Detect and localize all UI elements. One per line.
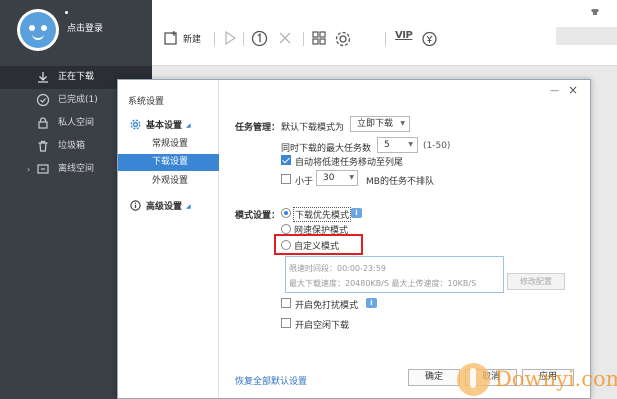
idle-download-label: 开启空闲下载 [295,321,350,331]
coin-icon [421,30,438,47]
status-dot [65,11,68,14]
toolbar-divider [214,32,215,46]
toolbar-search-box[interactable] [556,27,617,45]
idle-download-checkbox[interactable] [281,318,291,328]
sidebar-item-label: 离线空间 [58,164,95,174]
category-basic[interactable]: 基本设置 ◢ [130,118,191,131]
mode-radio-download-first[interactable] [281,208,291,218]
max-tasks-range: (1-50) [423,141,451,151]
expand-triangle-icon: ◢ [186,203,191,210]
play-icon [223,30,237,46]
max-tasks-select[interactable]: 5 ▼ [377,137,418,153]
watermark-logo-icon [457,363,490,396]
login-link[interactable]: 点击登录 [67,21,103,34]
no-disturb-label: 开启免打扰模式 [295,301,359,311]
toolbar-divider [243,32,244,46]
less-than-label: 小于 [295,177,314,187]
category-advanced[interactable]: 高级设置 ◢ [130,199,191,212]
ok-button[interactable]: 确定 [408,369,460,386]
reset-defaults-link[interactable]: 恢复全部默认设置 [235,374,307,387]
settings-button[interactable] [334,30,352,48]
settings-dialog: 系统设置 — × 基本设置 ◢ 常规设置 下载设置 外观设置 高级设置 ◢ 任务管理… [117,79,591,399]
max-tasks-label: 同时下载的最大任务数 [281,144,372,154]
small-task-checkbox[interactable] [281,174,291,184]
chevron-down-icon: ▼ [349,174,354,181]
main-toolbar: 新建 VIP [152,0,617,66]
default-mode-label: 默认下载模式为 [281,123,345,133]
new-task-icon [163,30,179,46]
info-circle-icon [130,200,141,211]
watermark-text: Downyi.com [495,367,617,391]
coin-button[interactable] [421,30,438,48]
grid-view-button[interactable] [311,30,327,48]
subitem-appearance[interactable]: 外观设置 [118,173,219,190]
gear-icon [334,30,352,48]
sidebar-item-label: 正在下载 [58,72,95,82]
mode-section-label: 模式设置： [235,211,281,221]
grid-icon [311,30,327,46]
gear-icon [130,119,141,130]
modify-config-button[interactable]: 修改配置 [507,273,565,290]
sidebar-item-label: 私人空间 [58,118,95,128]
small-task-size-input[interactable]: 30 ▼ [316,170,358,186]
close-icon [277,30,293,46]
close-button[interactable]: × [567,83,579,97]
chevron-right-icon[interactable]: › [27,158,30,181]
subitem-general[interactable]: 常规设置 [118,136,219,153]
chevron-down-icon: ▼ [400,120,405,127]
avatar[interactable] [17,9,59,51]
watermark: Downyi.com [457,362,617,399]
minimize-button[interactable]: — [550,86,560,96]
default-mode-select[interactable]: 立即下载 ▼ [350,116,410,132]
chevron-down-icon: ▼ [408,141,413,148]
lock-icon [36,116,50,130]
new-task-button[interactable] [163,30,179,48]
sidebar-item-label: 垃圾箱 [58,141,86,151]
toolbar-divider [385,32,386,46]
single-task-button[interactable] [251,30,268,48]
custom-time-text: 限速时间段：00:00-23:59 [289,264,386,273]
subitem-download[interactable]: 下载设置 [118,154,219,171]
sidebar-item-label: 已完成(1) [58,95,98,105]
vip-button[interactable]: VIP [395,30,413,41]
auto-move-label: 自动将低速任务移动至列尾 [295,158,404,168]
toolbar-divider [303,32,304,46]
no-disturb-checkbox[interactable] [281,298,291,308]
info-icon[interactable]: i [366,298,377,308]
info-icon[interactable]: i [351,208,362,218]
less-than-suffix: MB的任务不排队 [366,177,434,187]
delete-button[interactable] [277,30,293,48]
expand-triangle-icon: ◢ [186,122,191,129]
offline-space-icon [36,162,50,176]
task-section-label: 任务管理： [235,123,281,133]
numbered-circle-icon [251,30,268,47]
avatar-face-icon [20,12,56,48]
auto-move-checkbox[interactable] [281,155,291,165]
start-button[interactable] [223,30,237,48]
mode-radio-network-protect[interactable] [281,224,291,234]
highlight-box [274,234,363,255]
trash-icon [36,139,50,153]
custom-speed-text: 最大下载速度：20480KB/S 最大上传速度：10KB/S [289,279,477,288]
skin-icon[interactable] [590,8,600,18]
custom-mode-summary: 限速时间段：00:00-23:59 最大下载速度：20480KB/S 最大上传速… [285,256,504,293]
new-task-label: 新建 [183,35,202,45]
mode-label-download-first: 下载优先模式 [293,207,352,222]
dialog-title: 系统设置 [128,97,165,107]
download-icon [36,70,50,84]
check-circle-icon [36,93,50,107]
